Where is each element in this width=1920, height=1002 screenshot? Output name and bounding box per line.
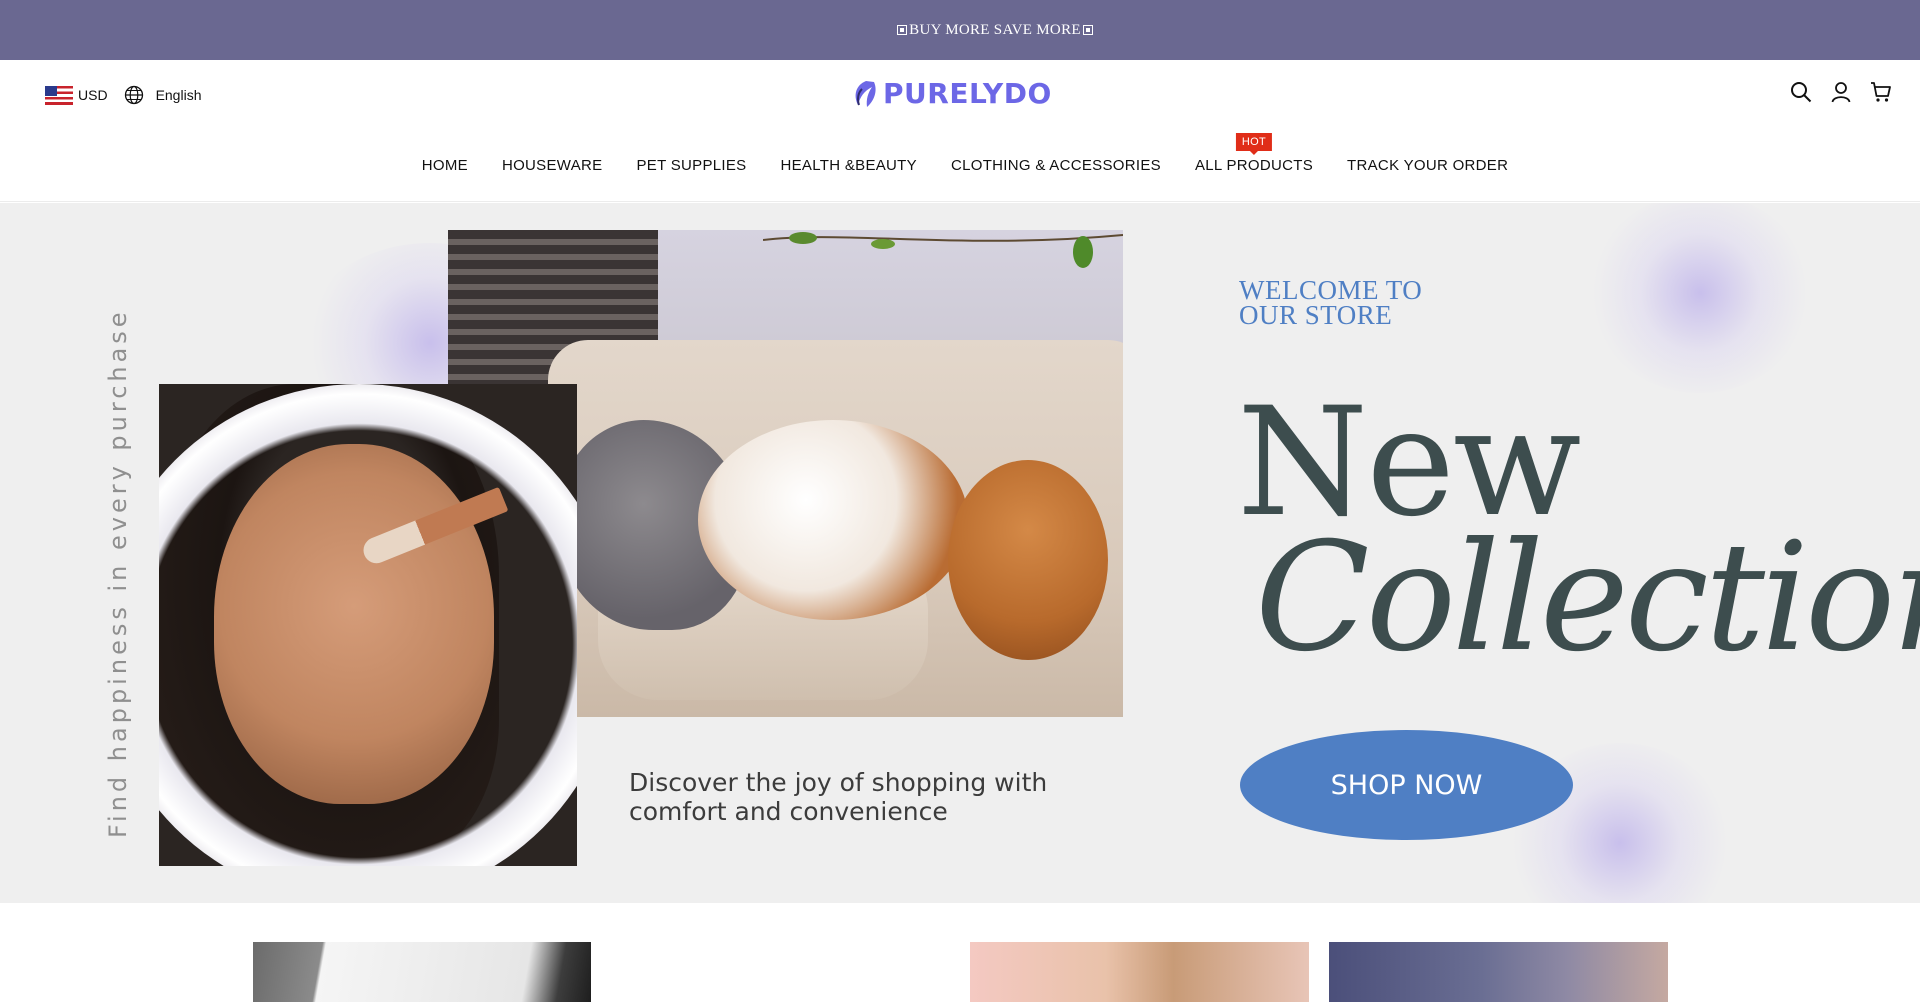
product-card-image[interactable] xyxy=(1329,942,1668,1002)
decorative-glow xyxy=(1590,203,1810,393)
nav-item-home[interactable]: HOME xyxy=(422,157,468,174)
vertical-tagline: Find happiness in every purchase xyxy=(104,308,132,838)
beauty-model-image xyxy=(159,384,577,866)
announcement-box-icon-right xyxy=(1082,25,1093,35)
welcome-heading: WELCOME TO OUR STORE xyxy=(1239,277,1422,330)
cart-icon[interactable] xyxy=(1870,81,1892,103)
search-icon[interactable] xyxy=(1790,81,1812,103)
currency-selector[interactable]: USD xyxy=(78,87,108,103)
hero-tagline: Discover the joy of shopping with comfor… xyxy=(629,768,1048,826)
nav-item-all-products-label: ALL PRODUCTS xyxy=(1194,157,1314,174)
hero-banner: Find happiness in every purchase Discove… xyxy=(0,203,1920,903)
us-flag-icon[interactable] xyxy=(45,85,73,105)
announcement-text: BUY MORE SAVE MORE xyxy=(909,21,1081,38)
announcement-text-wrap: BUY MORE SAVE MORE xyxy=(827,22,1093,39)
ring-light-shape xyxy=(159,384,577,866)
user-icon[interactable] xyxy=(1830,81,1852,103)
locale-selector: USD English xyxy=(45,85,201,105)
nav-item-health-beauty[interactable]: HEALTH &BEAUTY xyxy=(781,157,917,174)
nav-item-clothing-accessories[interactable]: CLOTHING & ACCESSORIES xyxy=(951,157,1161,174)
welcome-line-2: OUR STORE xyxy=(1239,300,1393,330)
product-grid xyxy=(0,903,1920,1002)
globe-icon[interactable] xyxy=(124,85,144,105)
announcement-box-icon-left xyxy=(897,25,908,35)
product-card-image[interactable] xyxy=(970,942,1309,1002)
site-header: USD English PURELYDO HOME HOUSEWARE PET … xyxy=(0,60,1920,202)
announcement-bar: BUY MORE SAVE MORE xyxy=(0,0,1920,60)
hot-badge: HOT xyxy=(1235,133,1273,151)
main-nav: HOME HOUSEWARE PET SUPPLIES HEALTH &BEAU… xyxy=(0,133,1920,174)
logo-text: PURELYDO xyxy=(883,77,1052,110)
nav-item-houseware[interactable]: HOUSEWARE xyxy=(502,157,603,174)
shop-now-button[interactable]: SHOP NOW xyxy=(1240,730,1573,840)
product-card-image[interactable] xyxy=(253,942,591,1002)
site-logo[interactable]: PURELYDO xyxy=(852,77,1052,110)
dog-shape xyxy=(698,420,968,620)
header-actions xyxy=(1790,81,1892,103)
language-selector[interactable]: English xyxy=(156,87,202,103)
puppy-shape xyxy=(948,460,1108,660)
logo-mark-icon xyxy=(852,79,880,109)
plant-leaves-decor xyxy=(763,232,1123,268)
headline-collection: Collection xyxy=(1255,511,1920,685)
nav-item-pet-supplies[interactable]: PET SUPPLIES xyxy=(636,157,746,174)
nav-item-track-order[interactable]: TRACK YOUR ORDER xyxy=(1347,157,1508,174)
nav-item-all-products[interactable]: HOT ALL PRODUCTS xyxy=(1194,133,1314,174)
